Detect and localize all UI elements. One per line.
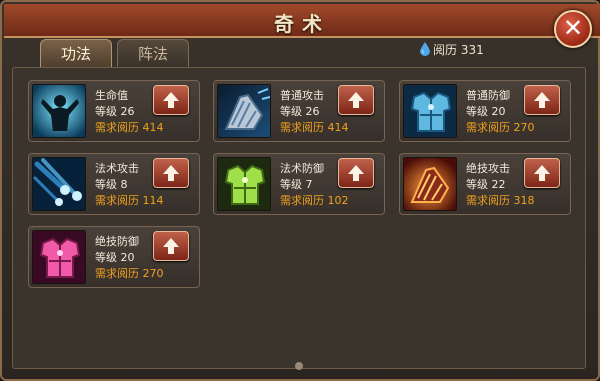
skill-card-normal-defense: 普通防御 等级 20 需求阅历 270 — [399, 80, 571, 142]
skill-requirement: 需求阅历 102 — [280, 194, 349, 207]
skill-name: 绝技防御 — [95, 235, 139, 248]
arrow-up-icon — [534, 165, 550, 181]
gauntlet-icon — [217, 84, 271, 138]
skill-requirement: 需求阅历 318 — [466, 194, 535, 207]
window-title: 奇术 — [274, 12, 330, 36]
upgrade-button[interactable] — [338, 158, 374, 188]
tab-zhenfa[interactable]: 阵法 — [117, 39, 189, 67]
skill-card-magic-attack: 法术攻击 等级 8 需求阅历 114 — [28, 153, 200, 215]
skill-name: 法术攻击 — [95, 162, 139, 175]
arrow-up-icon — [348, 92, 364, 108]
meteor-icon — [32, 157, 86, 211]
skill-name: 法术防御 — [280, 162, 324, 175]
close-icon: ✕ — [562, 14, 584, 42]
pink-armor-icon — [32, 230, 86, 284]
blue-armor-icon — [403, 84, 457, 138]
skill-level: 等级 26 — [280, 105, 320, 118]
upgrade-button[interactable] — [338, 85, 374, 115]
skill-name: 生命值 — [95, 89, 128, 102]
title-bar: 奇术 — [4, 4, 600, 38]
upgrade-button[interactable] — [524, 158, 560, 188]
arrow-up-icon — [163, 238, 179, 254]
skill-card-magic-defense: 法术防御 等级 7 需求阅历 102 — [213, 153, 385, 215]
tab-gongfa[interactable]: 功法 — [40, 39, 112, 67]
skill-name: 普通攻击 — [280, 89, 324, 102]
arrow-up-icon — [163, 165, 179, 181]
skill-level: 等级 26 — [95, 105, 135, 118]
skill-panel: 生命值 等级 26 需求阅历 414 普通攻击 等级 26 需求阅历 414 普… — [12, 67, 586, 369]
arrow-up-icon — [163, 92, 179, 108]
skill-requirement: 需求阅历 270 — [466, 121, 535, 134]
skill-level: 等级 8 — [95, 178, 128, 191]
upgrade-button[interactable] — [524, 85, 560, 115]
fire-gauntlet-icon — [403, 157, 457, 211]
skill-requirement: 需求阅历 270 — [95, 267, 164, 280]
currency-label: 阅历 — [433, 43, 458, 57]
skill-name: 普通防御 — [466, 89, 510, 102]
close-button[interactable]: ✕ — [554, 10, 592, 48]
skill-requirement: 需求阅历 414 — [95, 121, 164, 134]
skill-requirement: 需求阅历 114 — [95, 194, 164, 207]
arrow-up-icon — [348, 165, 364, 181]
water-drop-icon — [420, 42, 430, 56]
upgrade-button[interactable] — [153, 231, 189, 261]
skill-level: 等级 20 — [466, 105, 506, 118]
muscle-figure-icon — [32, 84, 86, 138]
skill-level: 等级 7 — [280, 178, 313, 191]
skill-name: 绝技攻击 — [466, 162, 510, 175]
skill-level: 等级 22 — [466, 178, 506, 191]
green-armor-icon — [217, 157, 271, 211]
arrow-up-icon — [534, 92, 550, 108]
skill-requirement: 需求阅历 414 — [280, 121, 349, 134]
experience-counter: 阅历 331 — [420, 40, 540, 60]
skill-card-hp: 生命值 等级 26 需求阅历 414 — [28, 80, 200, 142]
skill-card-ultimate-defense: 绝技防御 等级 20 需求阅历 270 — [28, 226, 200, 288]
currency-value: 331 — [460, 43, 484, 57]
page-indicator — [295, 362, 303, 370]
skill-card-ultimate-attack: 绝技攻击 等级 22 需求阅历 318 — [399, 153, 571, 215]
upgrade-button[interactable] — [153, 85, 189, 115]
skill-card-normal-attack: 普通攻击 等级 26 需求阅历 414 — [213, 80, 385, 142]
upgrade-button[interactable] — [153, 158, 189, 188]
skill-level: 等级 20 — [95, 251, 135, 264]
